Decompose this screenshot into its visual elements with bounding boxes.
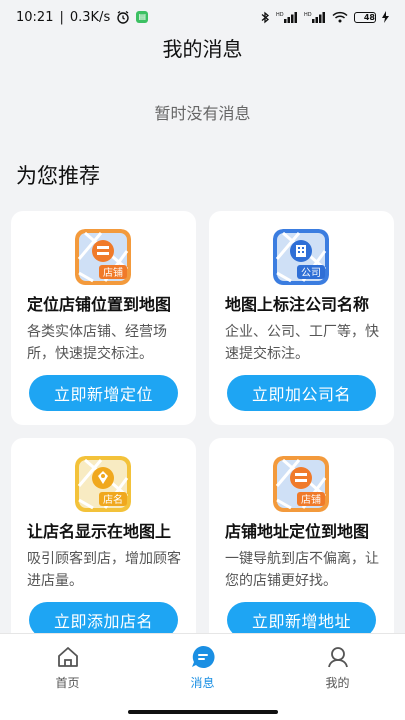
alarm-icon [116, 10, 130, 24]
card-title: 店铺地址定位到地图 [225, 522, 370, 541]
nav-item-messages[interactable]: 消息 [163, 644, 243, 720]
status-speed: 0.3K/s [69, 9, 111, 25]
card-title: 地图上标注公司名称 [225, 295, 370, 314]
signal-icon-2: HD [304, 11, 326, 23]
empty-message: 暂时没有消息 [154, 104, 251, 123]
nav-label-profile: 我的 [325, 676, 350, 690]
card-description: 一键导航到店不偏离，让您的店铺更好找。 [225, 551, 379, 589]
message-icon [190, 644, 216, 670]
status-time: 10:21 [16, 9, 54, 25]
profile-icon [325, 644, 351, 670]
charging-icon [382, 11, 389, 23]
recommend-card[interactable]: 店铺 店铺地址定位到地图 一键导航到店不偏离，让您的店铺更好找。 立即新增地址 [209, 438, 394, 652]
icon-label: 店铺 [103, 266, 123, 279]
status-bar: 10:21 | 0.3K/s ▤ HD HD 48 [0, 0, 405, 34]
card-description: 企业、公司、工厂等，快速提交标注。 [225, 324, 379, 362]
app-notification-icon: ▤ [136, 11, 149, 23]
icon-label: 公司 [301, 268, 321, 279]
home-indicator[interactable] [128, 710, 278, 714]
svg-text:HD: HD [304, 12, 312, 18]
shop-name-tag-icon: 店名 [75, 456, 131, 512]
signal-icon-1: HD [276, 11, 298, 23]
recommend-section-title: 为您推荐 [16, 164, 100, 188]
home-icon [55, 644, 81, 670]
page-title: 我的消息 [162, 37, 243, 61]
add-store-location-button[interactable]: 立即新增定位 [29, 375, 178, 411]
bluetooth-icon [260, 11, 270, 24]
recommend-card[interactable]: 店铺 定位店铺位置到地图 各类实体店铺、经营场所，快速提交标注。 立即新增定位 [11, 211, 196, 425]
battery-level: 48 [363, 12, 375, 22]
recommend-cards: 店铺 定位店铺位置到地图 各类实体店铺、经营场所，快速提交标注。 立即新增定位 … [11, 211, 395, 652]
nav-label-messages: 消息 [190, 676, 215, 690]
store-address-map-icon: 店铺 [273, 456, 329, 512]
nav-item-home[interactable]: 首页 [28, 644, 108, 720]
nav-label-home: 首页 [55, 676, 80, 690]
svg-text:HD: HD [276, 12, 284, 18]
wifi-icon [332, 11, 348, 23]
status-right: HD HD 48 [260, 11, 389, 24]
company-map-icon: 公司 [273, 229, 329, 285]
battery-icon: 48 [354, 11, 376, 23]
status-separator: | [59, 9, 64, 25]
bottom-nav: 首页 消息 我的 [0, 633, 405, 720]
recommend-card[interactable]: 店名 让店名显示在地图上 吸引顾客到店，增加顾客进店量。 立即添加店名 [11, 438, 196, 652]
nav-item-profile[interactable]: 我的 [298, 644, 378, 720]
card-description: 各类实体店铺、经营场所，快速提交标注。 [27, 324, 167, 362]
icon-label: 店铺 [301, 493, 321, 506]
card-description: 吸引顾客到店，增加顾客进店量。 [27, 551, 181, 589]
add-company-name-button[interactable]: 立即加公司名 [227, 375, 376, 411]
card-title: 让店名显示在地图上 [27, 522, 172, 541]
store-map-icon: 店铺 [75, 229, 131, 285]
card-title: 定位店铺位置到地图 [27, 295, 172, 314]
icon-label: 店名 [103, 493, 123, 506]
status-left: 10:21 | 0.3K/s ▤ [16, 9, 149, 25]
recommend-card[interactable]: 公司 地图上标注公司名称 企业、公司、工厂等，快速提交标注。 立即加公司名 [209, 211, 394, 425]
